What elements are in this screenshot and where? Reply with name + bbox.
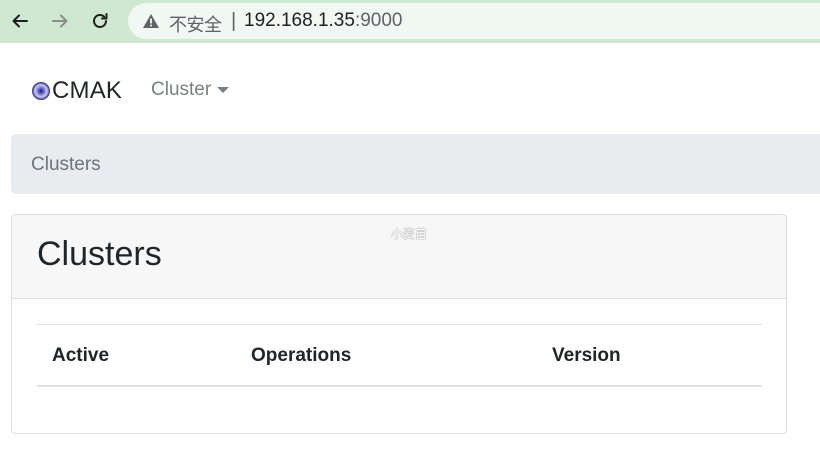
arrow-left-icon (12, 14, 28, 28)
url-host: 192.168.1.35 (244, 10, 355, 31)
breadcrumb-item-clusters: Clusters (31, 154, 101, 175)
caret-down-icon (217, 87, 230, 93)
cmak-logo-icon (32, 82, 50, 100)
address-separator: | (231, 10, 237, 32)
reload-button[interactable] (86, 7, 114, 35)
warning-icon (143, 14, 159, 28)
url-port: :9000 (354, 10, 403, 31)
arrow-right-icon (52, 14, 68, 28)
brand-link[interactable]: CMAK (31, 77, 122, 105)
clusters-table: Active Operations Version (37, 324, 762, 387)
back-button[interactable] (6, 7, 34, 35)
forward-button[interactable] (46, 7, 74, 35)
card-header: Clusters 小麦苗 (12, 215, 786, 299)
column-header-operations[interactable]: Operations (251, 345, 351, 367)
watermark: 小麦苗 (391, 227, 428, 241)
browser-toolbar: 不安全 | 192.168.1.35:9000 (0, 0, 820, 43)
url-text[interactable]: 192.168.1.35:9000 (244, 10, 403, 32)
clusters-card: Clusters 小麦苗 Active Operations Version (11, 214, 787, 434)
brand-name: CMAK (52, 77, 123, 104)
column-header-active[interactable]: Active (52, 345, 109, 367)
security-label[interactable]: 不安全 (169, 11, 222, 37)
page-title: Clusters (37, 235, 162, 273)
breadcrumb: Clusters (11, 134, 820, 194)
cluster-dropdown-label: Cluster (151, 79, 212, 100)
cluster-dropdown[interactable]: Cluster (151, 79, 230, 101)
column-header-version[interactable]: Version (552, 345, 621, 367)
reload-icon (93, 13, 108, 28)
address-bar[interactable]: 不安全 | 192.168.1.35:9000 (128, 3, 820, 39)
navbar: CMAK Cluster (0, 43, 820, 133)
